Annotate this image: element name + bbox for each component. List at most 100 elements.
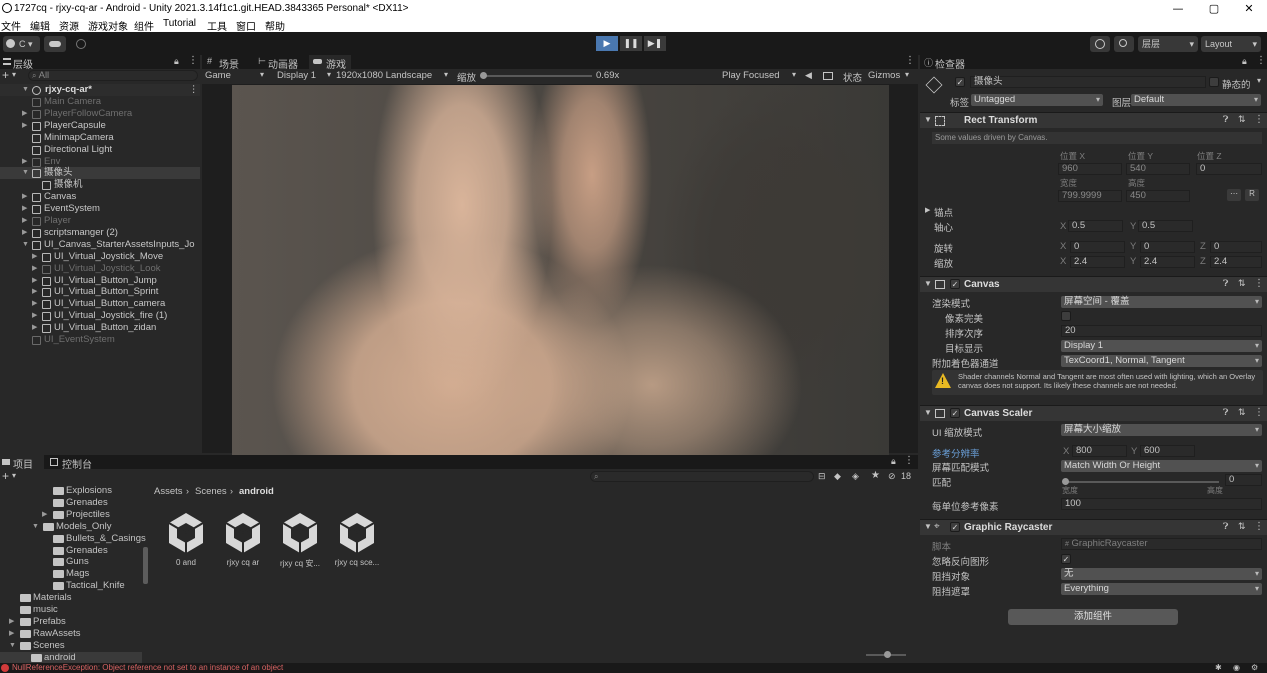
folder-tree-item[interactable]: ▼ Models_Only [0, 521, 142, 533]
maximize-button[interactable]: ▢ [1196, 0, 1232, 17]
tab-console[interactable]: 控制台 [46, 455, 96, 471]
folder-tree-item[interactable]: Materials [0, 592, 142, 604]
hierarchy-item[interactable]: ▶ PlayerCapsule [0, 120, 200, 132]
hierarchy-item[interactable]: ▶ UI_Virtual_Joystick_Look [0, 263, 200, 275]
hierarchy-item[interactable]: ▶ UI_Virtual_Joystick_Move [0, 251, 200, 263]
hierarchy-item[interactable]: Directional Light [0, 144, 200, 156]
expanded-arrow-icon[interactable]: ▼ [32, 521, 39, 533]
expanded-arrow-icon[interactable]: ▼ [22, 239, 29, 251]
stats-layout-icon[interactable] [823, 72, 833, 80]
anchors-label[interactable]: 锚点 [934, 205, 953, 219]
game-view-render[interactable] [232, 85, 889, 455]
more-menu-icon[interactable]: ⋮ [1254, 521, 1264, 532]
expand-arrow-icon[interactable]: ▼ [22, 84, 29, 96]
menu-assets[interactable]: 资源 [59, 18, 79, 33]
collapse-arrow-icon[interactable]: ▼ [924, 115, 932, 124]
more-menu-icon[interactable]: ⋮ [1254, 278, 1264, 289]
ref-y-field[interactable]: 600 [1140, 445, 1195, 457]
ref-x-field[interactable]: 800 [1072, 445, 1127, 457]
more-menu-icon[interactable]: ⋮ [904, 455, 914, 466]
preset-icon[interactable]: ⇅ [1238, 278, 1246, 289]
mute-audio-icon[interactable]: ◀ [805, 70, 812, 81]
folder-tree-item[interactable]: ▶ Prefabs [0, 616, 142, 628]
cloud-button[interactable] [44, 36, 66, 52]
target-display-dropdown[interactable]: Display 1 [1061, 340, 1262, 352]
shader-channels-dropdown[interactable]: TexCoord1, Normal, Tangent [1061, 355, 1262, 367]
status-error-text[interactable]: NullReferenceException: Object reference… [12, 663, 283, 672]
pos-z-field[interactable]: 0 [1196, 163, 1262, 175]
hierarchy-item[interactable]: UI_EventSystem [0, 334, 200, 346]
help-icon[interactable]: ❓︎ [1223, 114, 1228, 125]
minimize-button[interactable]: — [1160, 0, 1196, 17]
match-slider[interactable] [1062, 478, 1219, 485]
folder-tree-item[interactable]: Bullets_&_Casings [0, 533, 146, 545]
step-button[interactable]: ▶❚ [644, 36, 666, 51]
pos-y-field[interactable]: 540 [1126, 163, 1190, 175]
tab-animator[interactable]: ⊢ 动画器 [255, 55, 307, 71]
raycaster-enabled-checkbox[interactable]: ✓ [950, 522, 960, 532]
rotation-x-field[interactable]: 0 [1070, 241, 1125, 253]
folder-tree-item[interactable]: Grenades [0, 497, 142, 509]
stats-button[interactable]: 状态 [843, 70, 862, 84]
history-button[interactable] [1090, 36, 1110, 52]
progress-icon[interactable]: ◉ [1233, 663, 1240, 672]
menu-tools[interactable]: 工具 [207, 18, 227, 33]
hierarchy-item[interactable]: 摄像机 [0, 179, 200, 191]
rotation-z-field[interactable]: 0 [1210, 241, 1262, 253]
ignore-reversed-checkbox[interactable]: ✓ [1061, 554, 1071, 564]
scene-asset[interactable]: rjxy cq 安... [272, 505, 328, 569]
collapsed-arrow-icon[interactable]: ▶ [32, 286, 37, 298]
graphic-raycaster-header[interactable]: ▼ ⌖ ✓ Graphic Raycaster ❓︎ ⇅ ⋮ [920, 519, 1267, 535]
collapsed-arrow-icon[interactable]: ▶ [32, 251, 37, 263]
scene-row[interactable]: ▼ rjxy-cq-ar* ⋮ [0, 84, 200, 96]
scale-x-field[interactable]: 2.4 [1070, 256, 1125, 268]
width-field[interactable]: 799.9999 [1058, 190, 1122, 202]
folder-tree-item[interactable]: ▶ Projectiles [0, 509, 142, 521]
collapsed-arrow-icon[interactable]: ▶ [9, 616, 14, 628]
tree-scrollbar[interactable] [143, 547, 148, 584]
collapse-arrow-icon[interactable]: ▼ [924, 279, 932, 288]
hidden-packages-icon[interactable]: ⊘ [888, 471, 896, 482]
preset-icon[interactable]: ⇅ [1238, 114, 1246, 125]
more-menu-icon[interactable]: ⋮ [188, 55, 198, 66]
hierarchy-item[interactable]: ▶ UI_Virtual_Joystick_fire (1) [0, 310, 200, 322]
hierarchy-item[interactable]: ▶ Env [0, 156, 200, 168]
menu-help[interactable]: 帮助 [265, 18, 285, 33]
folder-tree-item[interactable]: Guns [0, 556, 142, 568]
game-view-dropdown[interactable]: Game [205, 70, 231, 81]
lock-icon[interactable]: 🔒︎ [174, 56, 179, 67]
help-icon[interactable]: ❓︎ [1223, 407, 1228, 418]
scale-slider-handle[interactable] [480, 72, 487, 79]
pivot-y-field[interactable]: 0.5 [1138, 220, 1193, 232]
match-value-field[interactable]: 0 [1225, 474, 1262, 486]
help-icon[interactable]: ❓︎ [1223, 278, 1228, 289]
hierarchy-item[interactable]: ▶ PlayerFollowCamera [0, 108, 200, 120]
hierarchy-item[interactable]: ▼ 摄像头 [0, 167, 200, 180]
preset-icon[interactable]: ⇅ [1238, 407, 1246, 418]
collapsed-arrow-icon[interactable]: ▶ [32, 298, 37, 310]
collapsed-arrow-icon[interactable]: ▶ [22, 156, 27, 168]
search-button[interactable] [1114, 36, 1134, 52]
blocking-objects-dropdown[interactable]: 无 [1061, 568, 1262, 580]
scene-asset[interactable]: 0 and [158, 505, 214, 569]
pivot-x-field[interactable]: 0.5 [1068, 220, 1123, 232]
folder-tree-item[interactable]: Mags [0, 568, 142, 580]
hierarchy-item[interactable]: ▼ UI_Canvas_StarterAssetsInputs_Jo [0, 239, 200, 251]
favorite-icon[interactable]: ★ [871, 470, 880, 481]
breadcrumb-android[interactable]: android [239, 486, 274, 497]
hierarchy-item[interactable]: ▶ scriptsmanger (2) [0, 227, 200, 239]
hierarchy-item[interactable]: ▶ EventSystem [0, 203, 200, 215]
collapsed-arrow-icon[interactable]: ▶ [32, 322, 37, 334]
rotation-y-field[interactable]: 0 [1140, 241, 1195, 253]
icon-size-slider[interactable] [866, 651, 906, 658]
menu-gameobject[interactable]: 游戏对象 [88, 18, 128, 33]
collapse-arrow-icon[interactable]: ▼ [924, 408, 932, 417]
collapsed-arrow-icon[interactable]: ▶ [22, 120, 27, 132]
play-button[interactable]: ▶ [596, 36, 618, 51]
play-focused-dropdown[interactable]: Play Focused [722, 70, 780, 81]
more-menu-icon[interactable]: ⋮ [1254, 407, 1264, 418]
help-icon[interactable]: ❓︎ [1223, 521, 1228, 532]
canvas-enabled-checkbox[interactable]: ✓ [950, 279, 960, 289]
resolution-dropdown[interactable]: 1920x1080 Landscape [336, 70, 432, 81]
hierarchy-search-input[interactable]: ⌕ All [28, 70, 198, 81]
